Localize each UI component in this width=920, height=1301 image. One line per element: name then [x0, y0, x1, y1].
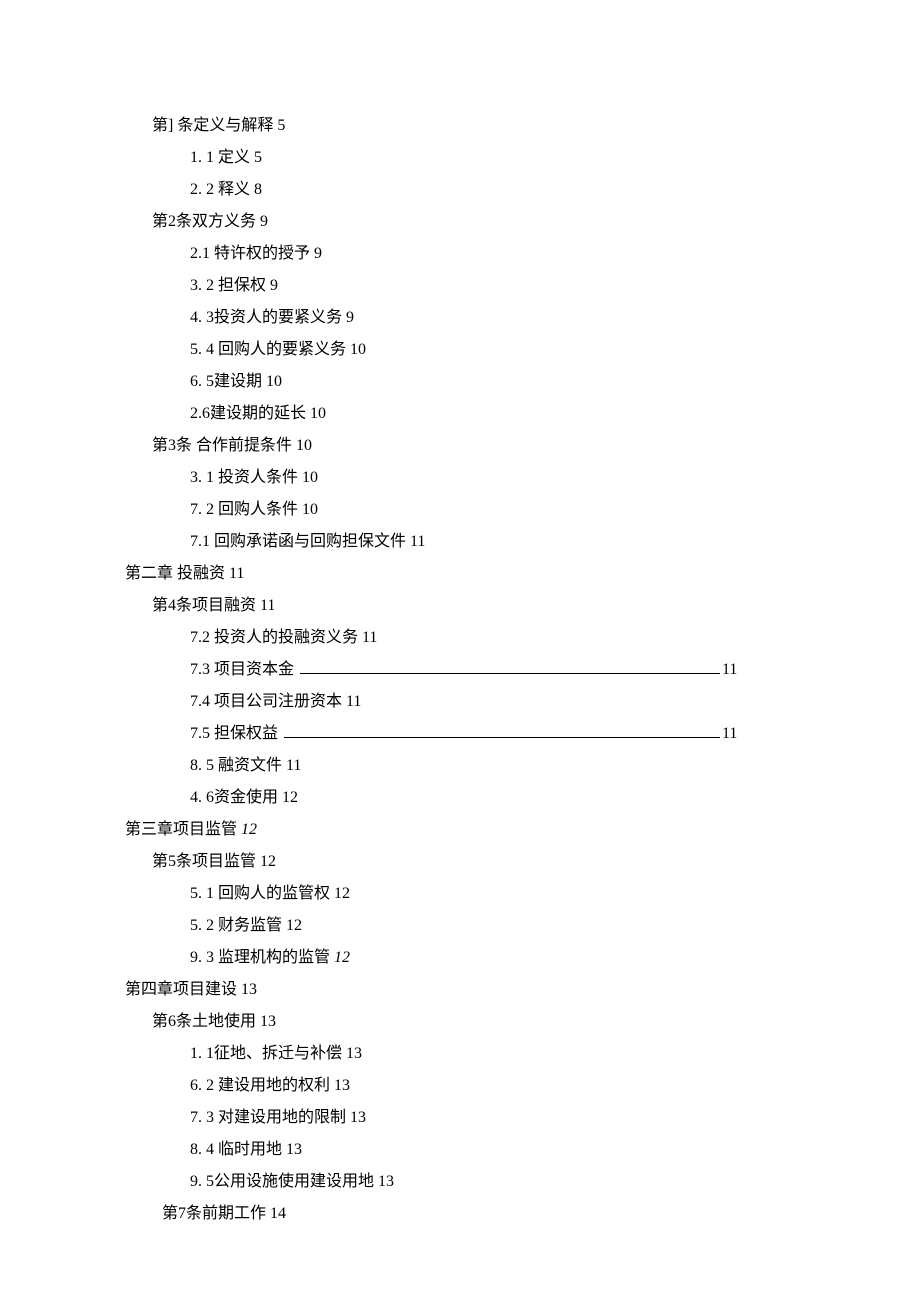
- toc-entry: 7.1 回购承诺函与回购担保文件 11: [120, 526, 800, 558]
- toc-text: 1. 1 定义 5: [190, 149, 262, 166]
- toc-entry: 2.6建设期的延长 10: [120, 398, 800, 430]
- toc-text: 2.6建设期的延长 10: [190, 405, 326, 422]
- toc-text: 8. 5 融资文件 11: [190, 757, 301, 774]
- toc-text: 7. 3 对建设用地的限制 13: [190, 1109, 366, 1126]
- toc-text: 第5条项目监管 12: [152, 853, 276, 870]
- toc-text: 第2条双方义务 9: [152, 213, 268, 230]
- toc-text: 9. 3 监理机构的监管: [190, 949, 334, 966]
- toc-text: 7. 2 回购人条件 10: [190, 501, 318, 518]
- toc-page: 11: [722, 661, 737, 678]
- toc-text: 第] 条定义与解释 5: [152, 117, 285, 134]
- toc-text: 5. 1 回购人的监管权 12: [190, 885, 350, 902]
- toc-entry: 7.2 投资人的投融资义务 11: [120, 622, 800, 654]
- toc-text: 3. 1 投资人条件 10: [190, 469, 318, 486]
- toc-text: 9. 5公用设施使用建设用地 13: [190, 1173, 394, 1190]
- toc-entry: 8. 5 融资文件 11: [120, 750, 800, 782]
- toc-entry: 5. 4 回购人的要紧义务 10: [120, 334, 800, 366]
- toc-entry: 1. 1 定义 5: [120, 142, 800, 174]
- toc-entry: 第4条项目融资 11: [120, 590, 800, 622]
- toc-text: 第4条项目融资 11: [152, 597, 275, 614]
- toc-entry: 5. 2 财务监管 12: [120, 910, 800, 942]
- toc-text: 5. 2 财务监管 12: [190, 917, 302, 934]
- toc-entry: 第三章项目监管 12: [120, 814, 800, 846]
- toc-page-italic: 12: [334, 949, 350, 966]
- toc-entry: 4. 3投资人的要紧义务 9: [120, 302, 800, 334]
- document-page: 第] 条定义与解释 5 1. 1 定义 5 2. 2 释义 8 第2条双方义务 9 2.…: [0, 0, 920, 1230]
- toc-entry: 第3条 合作前提条件 10: [120, 430, 800, 462]
- toc-text: 2.1 特许权的授予 9: [190, 245, 322, 262]
- toc-entry: 6. 5建设期 10: [120, 366, 800, 398]
- toc-entry: 4. 6资金使用 12: [120, 782, 800, 814]
- toc-entry: 7.3 项目资本金 11: [120, 654, 800, 686]
- toc-text: 6. 2 建设用地的权利 13: [190, 1077, 350, 1094]
- toc-text: 5. 4 回购人的要紧义务 10: [190, 341, 366, 358]
- fill-line: [300, 659, 720, 674]
- toc-label: 7.3 项目资本金: [190, 661, 298, 678]
- toc-entry: 第四章项目建设 13: [120, 974, 800, 1006]
- toc-entry: 9. 5公用设施使用建设用地 13: [120, 1166, 800, 1198]
- toc-text: 第7条前期工作 14: [162, 1205, 286, 1222]
- toc-entry: 3. 1 投资人条件 10: [120, 462, 800, 494]
- toc-entry: 第] 条定义与解释 5: [120, 110, 800, 142]
- toc-entry: 第7条前期工作 14: [120, 1198, 800, 1230]
- toc-entry: 7.5 担保权益 11: [120, 718, 800, 750]
- toc-text: 第6条土地使用 13: [152, 1013, 276, 1030]
- toc-text: 7.4 项目公司注册资本 11: [190, 693, 361, 710]
- toc-text: 4. 6资金使用 12: [190, 789, 298, 806]
- toc-entry: 8. 4 临时用地 13: [120, 1134, 800, 1166]
- toc-text: 第二章 投融资 11: [125, 565, 244, 582]
- toc-text: 2. 2 释义 8: [190, 181, 262, 198]
- toc-text: 6. 5建设期 10: [190, 373, 282, 390]
- toc-entry: 7.4 项目公司注册资本 11: [120, 686, 800, 718]
- toc-text: 7.2 投资人的投融资义务 11: [190, 629, 377, 646]
- toc-entry: 6. 2 建设用地的权利 13: [120, 1070, 800, 1102]
- toc-entry: 7. 3 对建设用地的限制 13: [120, 1102, 800, 1134]
- toc-entry: 7. 2 回购人条件 10: [120, 494, 800, 526]
- toc-entry: 第二章 投融资 11: [120, 558, 800, 590]
- toc-text: 第3条 合作前提条件 10: [152, 437, 312, 454]
- toc-text: 8. 4 临时用地 13: [190, 1141, 302, 1158]
- toc-entry: 2.1 特许权的授予 9: [120, 238, 800, 270]
- toc-entry: 3. 2 担保权 9: [120, 270, 800, 302]
- toc-text: 第三章项目监管: [125, 821, 241, 838]
- toc-label: 7.5 担保权益: [190, 725, 282, 742]
- toc-page-italic: 12: [241, 821, 257, 838]
- toc-text: 4. 3投资人的要紧义务 9: [190, 309, 354, 326]
- table-of-contents: 第] 条定义与解释 5 1. 1 定义 5 2. 2 释义 8 第2条双方义务 9 2.…: [120, 110, 800, 1230]
- toc-entry: 第2条双方义务 9: [120, 206, 800, 238]
- toc-text: 1. 1征地、拆迁与补偿 13: [190, 1045, 362, 1062]
- toc-entry: 2. 2 释义 8: [120, 174, 800, 206]
- toc-entry: 第6条土地使用 13: [120, 1006, 800, 1038]
- toc-entry: 5. 1 回购人的监管权 12: [120, 878, 800, 910]
- toc-entry: 1. 1征地、拆迁与补偿 13: [120, 1038, 800, 1070]
- fill-line: [284, 723, 720, 738]
- toc-entry: 9. 3 监理机构的监管 12: [120, 942, 800, 974]
- toc-text: 3. 2 担保权 9: [190, 277, 278, 294]
- toc-page: 11: [722, 725, 737, 742]
- toc-text: 第四章项目建设 13: [125, 981, 257, 998]
- toc-entry: 第5条项目监管 12: [120, 846, 800, 878]
- toc-text: 7.1 回购承诺函与回购担保文件 11: [190, 533, 425, 550]
